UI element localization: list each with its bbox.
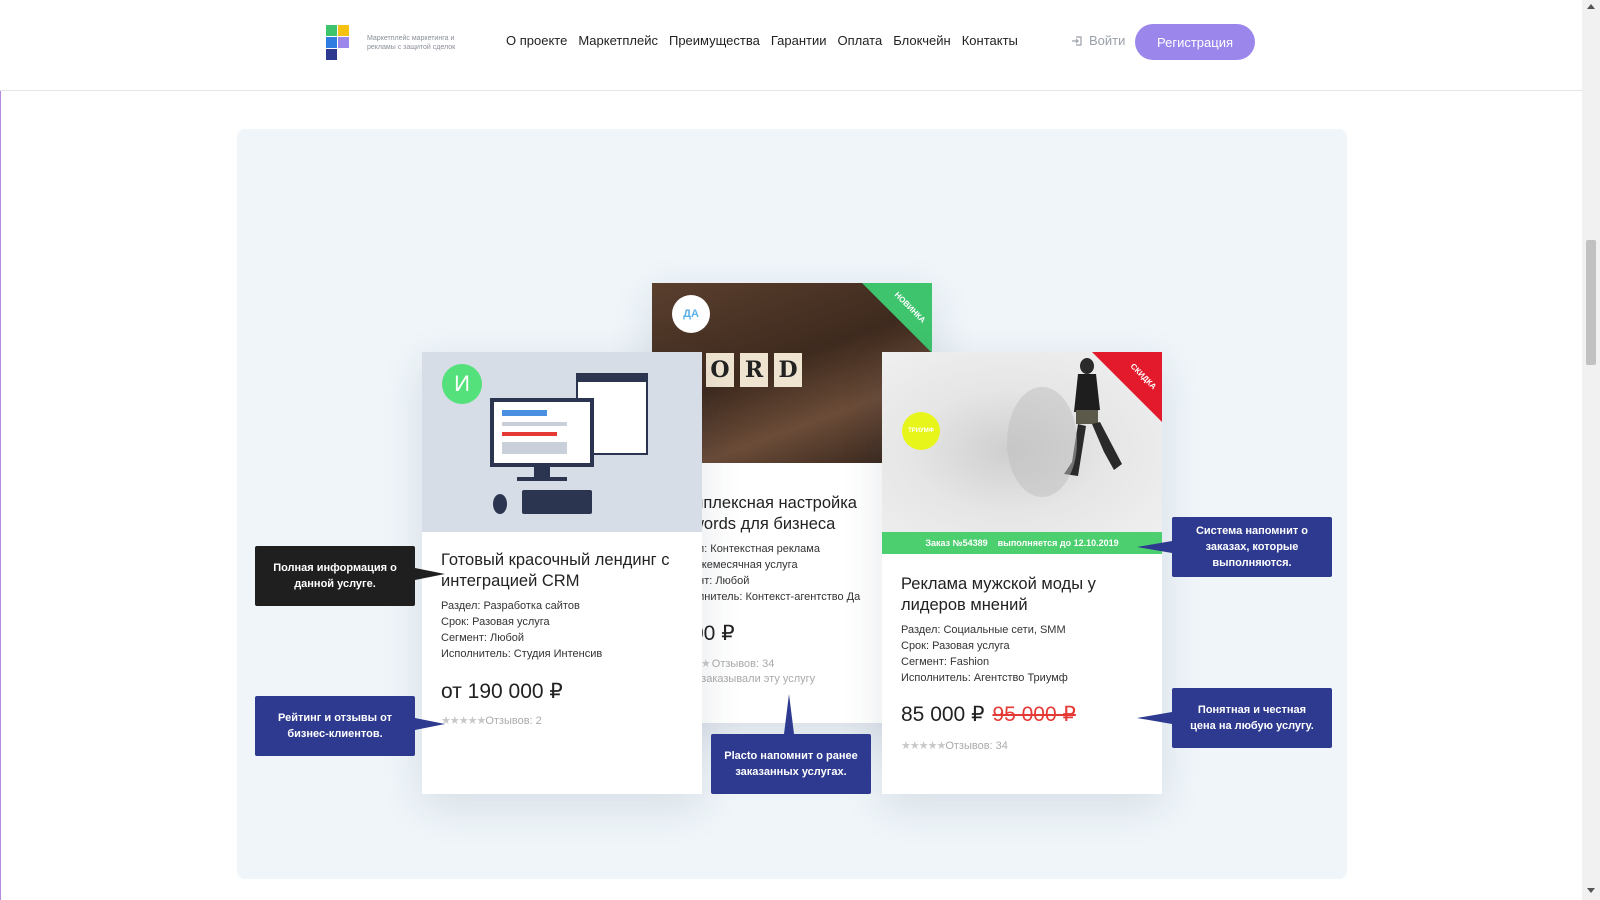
meta-executor: олнитель: Контекст-агентство Да <box>692 591 861 603</box>
card-price: от 190 000 ₽ <box>441 680 563 703</box>
card-title[interactable]: Готовый красочный лендинг с интеграцией … <box>441 550 686 592</box>
card-title[interactable]: Реклама мужской моды у лидеров мнений <box>901 574 1146 616</box>
site-header: Маркетплейс маркетинга и рекламы с защит… <box>0 0 1582 91</box>
callout-full-info: Полная информация о данной услуге. <box>255 546 415 606</box>
logo-tagline: Маркетплейс маркетинга и рекламы с защит… <box>367 35 456 51</box>
callout-text: Placto напомнит о ранее заказанных услуг… <box>724 750 858 778</box>
card-rating: ★★ Отзывов: 34 <box>692 657 774 670</box>
login-link[interactable]: Войти <box>1071 33 1125 48</box>
login-icon <box>1072 35 1082 46</box>
rating-stars-icon: ★★★★★ <box>901 740 946 752</box>
meta-section: ел: Контекстная реклама <box>692 543 820 555</box>
card-meta: Раздел: Социальные сети, SMM Срок: Разов… <box>901 622 1068 686</box>
service-card-fashion[interactable]: ТРИУМФ СКИДКА Заказ №54389 выполняется д… <box>882 352 1162 794</box>
agency-avatar-da: ДА <box>672 295 710 333</box>
agency-avatar-intensiv: И <box>442 364 482 404</box>
meta-term: Ежемесячная услуга <box>692 559 798 571</box>
nav-item-payment[interactable]: Оплата <box>838 33 883 48</box>
card-price: 85 000 ₽ 95 000 ₽ <box>901 702 1076 727</box>
callout-reminder-orders: Система напомнит о заказах, которые выпо… <box>1172 517 1332 577</box>
meta-segment: ент: Любой <box>692 575 750 587</box>
main-nav: О проекте Маркетплейс Преимущества Гаран… <box>506 33 1018 48</box>
callout-tail <box>784 694 794 734</box>
reviews-count[interactable]: Отзывов: 2 <box>485 715 541 727</box>
service-card-landing[interactable]: И Готовый красочный лендинг с интеграцие… <box>422 352 702 794</box>
callout-tail <box>415 718 445 730</box>
card-rating: ★★★★★Отзывов: 34 <box>901 739 1008 752</box>
rating-stars-icon: ★★★★★ <box>441 715 486 727</box>
scroll-up-arrow-icon[interactable] <box>1587 4 1595 9</box>
callout-honest-price: Понятная и честная цена на любую услугу. <box>1172 688 1332 748</box>
old-price: 95 000 ₽ <box>992 703 1076 726</box>
ordered-note: е заказывали эту услугу <box>692 673 816 685</box>
callout-tail <box>1137 712 1172 724</box>
meta-segment: Сегмент: Любой <box>441 632 525 644</box>
page-left-border <box>0 0 1 900</box>
register-button[interactable]: Регистрация <box>1135 24 1255 60</box>
login-label: Войти <box>1089 33 1126 48</box>
page-scrollbar[interactable] <box>1582 0 1600 900</box>
callout-text: Система напомнит о заказах, которые выпо… <box>1195 525 1309 569</box>
meta-section: Раздел: Разработка сайтов <box>441 600 580 612</box>
scroll-thumb[interactable] <box>1586 240 1596 365</box>
card-meta: ел: Контекстная реклама Ежемесячная услу… <box>692 541 860 605</box>
meta-executor: Исполнитель: Студия Интенсив <box>441 648 603 660</box>
current-price: 85 000 ₽ <box>901 703 985 726</box>
meta-section: Раздел: Социальные сети, SMM <box>901 624 1066 636</box>
card-rating: ★★★★★Отзывов: 2 <box>441 714 542 727</box>
card-title[interactable]: мплексная настройка words для бизнеса <box>692 493 892 535</box>
card-meta: Раздел: Разработка сайтов Срок: Разовая … <box>441 598 602 662</box>
reviews-count[interactable]: Отзывов: 34 <box>712 658 775 670</box>
nav-item-blockchain[interactable]: Блокчейн <box>893 33 950 48</box>
agency-avatar-triumph: ТРИУМФ <box>902 412 940 450</box>
callout-rating: Рейтинг и отзывы от бизнес-клиентов. <box>255 696 415 756</box>
meta-executor: Исполнитель: Агентство Триумф <box>901 672 1068 684</box>
callout-text: Полная информация о данной услуге. <box>273 562 397 590</box>
callout-tail <box>1137 541 1172 553</box>
callout-reminder-ordered: Placto напомнит о ранее заказанных услуг… <box>711 734 871 794</box>
nav-item-about[interactable]: О проекте <box>506 33 567 48</box>
meta-term: Срок: Разовая услуга <box>441 616 550 628</box>
callout-tail <box>415 568 445 580</box>
callout-text: Понятная и честная цена на любую услугу. <box>1190 704 1314 732</box>
nav-item-marketplace[interactable]: Маркетплейс <box>578 33 658 48</box>
order-strip: Заказ №54389 выполняется до 12.10.2019 <box>882 532 1162 554</box>
meta-term: Срок: Разовая услуга <box>901 640 1010 652</box>
nav-item-advantages[interactable]: Преимущества <box>669 33 760 48</box>
scroll-down-arrow-icon[interactable] <box>1587 888 1595 893</box>
callout-text: Рейтинг и отзывы от бизнес-клиентов. <box>278 712 392 740</box>
logo-icon[interactable] <box>326 25 350 60</box>
meta-segment: Сегмент: Fashion <box>901 656 990 668</box>
nav-item-guarantees[interactable]: Гарантии <box>771 33 827 48</box>
nav-item-contacts[interactable]: Контакты <box>962 33 1018 48</box>
reviews-count[interactable]: Отзывов: 34 <box>945 740 1008 752</box>
